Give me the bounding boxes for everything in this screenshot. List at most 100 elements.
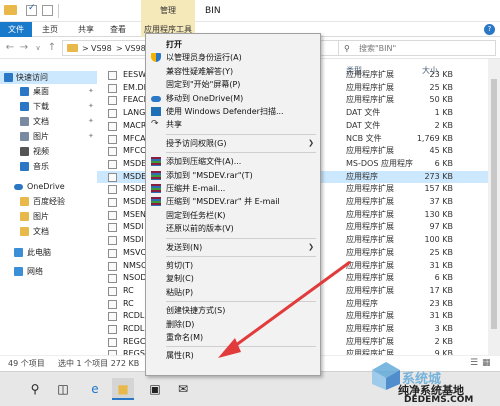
music-icon xyxy=(20,162,29,171)
breadcrumb-vs98-sub[interactable]: VS98 xyxy=(125,41,146,56)
file-size: 6 KB xyxy=(434,273,453,283)
menu-separator xyxy=(166,256,316,257)
breadcrumb-vs98[interactable]: VS98 xyxy=(91,41,112,56)
file-size: 23 KB xyxy=(429,298,453,308)
search-input[interactable]: ⚲ 搜索"BIN" xyxy=(338,40,496,56)
title-bar: 管理 BIN xyxy=(0,0,500,22)
file-icon xyxy=(108,325,117,334)
menu-item[interactable]: 创建快捷方式(S) xyxy=(146,304,320,317)
file-name: MSDE xyxy=(123,171,147,181)
menu-item[interactable]: 打开 xyxy=(146,38,320,51)
store-icon[interactable]: ▣ xyxy=(144,378,166,400)
scrollbar[interactable] xyxy=(488,59,500,355)
mail-icon[interactable]: ✉ xyxy=(172,378,194,400)
file-name: RC xyxy=(123,298,134,308)
file-size: 157 KB xyxy=(424,184,453,194)
menu-item[interactable]: ↷ 共享 xyxy=(146,118,320,131)
manage-tab[interactable]: 管理 xyxy=(141,0,195,22)
edge-icon[interactable]: e xyxy=(84,378,106,400)
menu-item[interactable]: 移动到 OneDrive(M) xyxy=(146,92,320,105)
file-type: DAT 文件 xyxy=(346,108,381,118)
file-icon xyxy=(108,134,117,144)
file-type: 应用程序扩展 xyxy=(346,273,394,283)
menu-item-label: 固定到"开始"屏幕(P) xyxy=(166,80,241,90)
file-size: 273 KB xyxy=(424,171,453,181)
chevron-down-icon[interactable]: ∨ xyxy=(32,41,44,55)
menu-item[interactable]: 兼容性疑难解答(Y) xyxy=(146,65,320,78)
file-name: MSDI xyxy=(123,222,144,232)
file-icon xyxy=(108,83,117,93)
file-name: EESW xyxy=(123,70,147,79)
winrar-icon xyxy=(151,157,161,167)
file-type: NCB 文件 xyxy=(346,133,382,143)
scrollbar-thumb[interactable] xyxy=(491,79,497,329)
menu-item[interactable]: 复制(C) xyxy=(146,272,320,285)
search-icon[interactable]: ⚲ xyxy=(24,378,46,400)
file-name: MSVC xyxy=(123,247,147,257)
download-icon xyxy=(20,102,29,111)
file-size: 1 KB xyxy=(434,108,453,118)
file-type: 应用程序扩展 xyxy=(346,324,394,333)
onedrive-icon xyxy=(14,184,23,190)
forward-icon[interactable]: → xyxy=(18,41,30,55)
tab-file[interactable]: 文件 xyxy=(0,22,32,37)
file-size: 130 KB xyxy=(424,209,453,219)
file-size: 50 KB xyxy=(429,95,453,105)
new-folder-icon[interactable] xyxy=(42,5,53,16)
folder-icon xyxy=(4,5,17,15)
tab-home[interactable]: 主页 xyxy=(42,22,58,37)
menu-item-label: 以管理员身份运行(A) xyxy=(166,53,242,63)
menu-item[interactable]: 添加到 "MSDEV.rar"(T) xyxy=(146,169,320,182)
menu-item[interactable]: 以管理员身份运行(A) xyxy=(146,51,320,64)
folder-icon xyxy=(20,212,29,221)
menu-item[interactable]: 压缩并 E-mail... xyxy=(146,182,320,195)
nav-item-quick-access[interactable]: 快速访问 xyxy=(0,71,97,84)
menu-separator xyxy=(166,152,316,154)
file-size: 37 KB xyxy=(429,197,453,206)
menu-item[interactable]: 重命名(M) xyxy=(146,331,320,344)
file-size: 2 KB xyxy=(434,336,453,346)
properties-icon[interactable] xyxy=(26,3,37,16)
menu-item-label: 兼容性疑难解答(Y) xyxy=(166,66,234,76)
file-size: 3 KB xyxy=(434,324,453,333)
menu-item[interactable]: 压缩到 "MSDEV.rar" 并 E-mail xyxy=(146,195,320,208)
file-size: 23 KB xyxy=(429,70,453,79)
menu-item-label: 添加到 "MSDEV.rar"(T) xyxy=(166,170,253,180)
back-icon[interactable]: ← xyxy=(4,41,16,55)
file-name: LANG xyxy=(123,108,146,118)
watermark: 系统城 纯净系统基地 DEDEMS.COM xyxy=(368,352,500,406)
pin-icon: ✦ xyxy=(88,117,94,125)
task-view-icon[interactable]: ◫ xyxy=(52,378,74,400)
winrar-icon xyxy=(151,197,161,207)
menu-item[interactable]: 剪切(T) xyxy=(146,259,320,272)
videos-icon xyxy=(20,147,29,156)
file-size: 25 KB xyxy=(429,82,453,92)
up-icon[interactable]: ↑ xyxy=(46,41,58,55)
menu-item[interactable]: 粘贴(P) xyxy=(146,286,320,299)
defender-icon xyxy=(151,107,161,116)
file-type: 应用程序 xyxy=(346,171,378,181)
file-size: 31 KB xyxy=(429,311,453,321)
menu-item[interactable]: 固定到"开始"屏幕(P) xyxy=(146,78,320,91)
menu-item[interactable]: 添加到压缩文件(A)... xyxy=(146,155,320,168)
menu-item[interactable]: 还原以前的版本(V) xyxy=(146,222,320,235)
menu-item[interactable]: 使用 Windows Defender扫描... xyxy=(146,105,320,118)
explorer-icon[interactable]: ■ xyxy=(112,378,134,400)
file-size: 25 KB xyxy=(429,247,453,257)
menu-item[interactable]: 授予访问权限(G) ❯ xyxy=(146,137,320,150)
file-type: 应用程序扩展 xyxy=(346,70,394,79)
pin-icon: ✦ xyxy=(88,132,94,140)
help-icon[interactable]: ? xyxy=(484,24,495,35)
file-icon xyxy=(108,274,117,284)
tab-share[interactable]: 共享 xyxy=(78,22,94,37)
share-icon: ↷ xyxy=(151,119,159,130)
folder-icon xyxy=(67,44,78,52)
menu-item[interactable]: 属性(R) xyxy=(146,349,320,362)
file-size: 45 KB xyxy=(429,146,453,156)
menu-item[interactable]: 发送到(N) ❯ xyxy=(146,241,320,254)
menu-item[interactable]: 固定到任务栏(K) xyxy=(146,209,320,222)
file-size: 17 KB xyxy=(429,285,453,295)
file-icon xyxy=(108,337,117,347)
tab-view[interactable]: 查看 xyxy=(110,22,126,37)
menu-item[interactable]: 删除(D) xyxy=(146,318,320,331)
